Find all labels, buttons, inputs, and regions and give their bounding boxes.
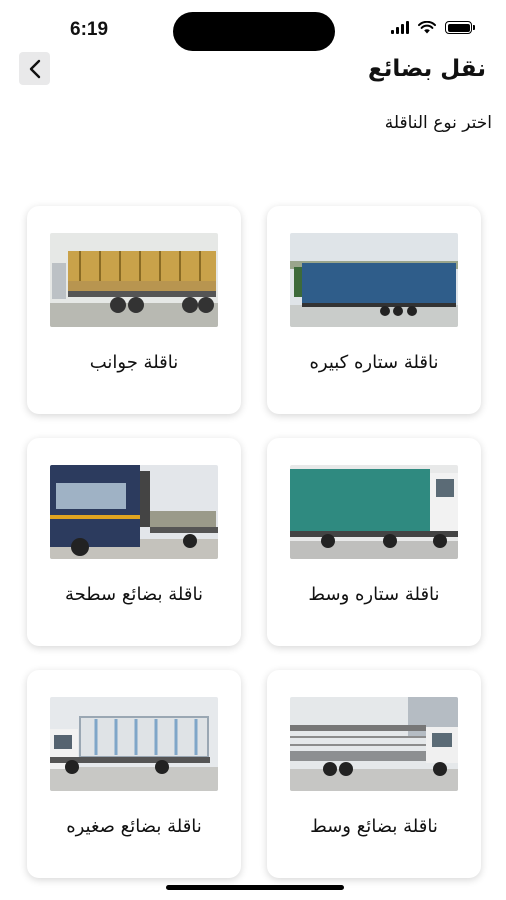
truck-card-small-cargo[interactable]: ناقلة بضائع صغيره xyxy=(27,670,241,878)
truck-card-medium-curtain[interactable]: ناقلة ستاره وسط xyxy=(267,438,481,646)
cellular-signal-icon xyxy=(391,21,409,34)
blue-curtain-semi-truck-photo xyxy=(290,233,458,327)
battery-icon xyxy=(445,21,475,34)
status-bar: 6:19 xyxy=(0,0,506,56)
nav-bar: نقل بضائع xyxy=(0,50,506,90)
truck-card-flatbed[interactable]: ناقلة بضائع سطحة xyxy=(27,438,241,646)
home-indicator[interactable] xyxy=(166,885,344,890)
side-rail-semi-trailer-photo xyxy=(50,233,218,327)
chevron-left-icon xyxy=(29,59,40,78)
medium-cargo-truck-photo xyxy=(290,697,458,791)
green-curtain-truck-photo xyxy=(290,465,458,559)
page-title: نقل بضائع xyxy=(367,56,486,82)
truck-label: ناقلة بضائع صغيره xyxy=(66,816,202,837)
truck-card-large-curtain[interactable]: ناقلة ستاره كبيره xyxy=(267,206,481,414)
truck-label: ناقلة ستاره كبيره xyxy=(309,352,439,373)
truck-card-medium-cargo[interactable]: ناقلة بضائع وسط xyxy=(267,670,481,878)
flatbed-truck-photo xyxy=(50,465,218,559)
status-icons xyxy=(391,21,475,34)
truck-label: ناقلة بضائع وسط xyxy=(310,816,438,837)
back-button[interactable] xyxy=(19,52,50,85)
select-truck-type-prompt: اختر نوع الناقلة xyxy=(384,113,492,133)
status-time: 6:19 xyxy=(70,19,109,40)
wifi-icon xyxy=(418,21,436,34)
truck-label: ناقلة ستاره وسط xyxy=(308,584,440,605)
truck-label: ناقلة بضائع سطحة xyxy=(65,584,203,605)
truck-card-side-rail[interactable]: ناقلة جوانب xyxy=(27,206,241,414)
truck-label: ناقلة جوانب xyxy=(89,352,179,373)
dynamic-island xyxy=(173,12,335,51)
small-cargo-truck-photo xyxy=(50,697,218,791)
